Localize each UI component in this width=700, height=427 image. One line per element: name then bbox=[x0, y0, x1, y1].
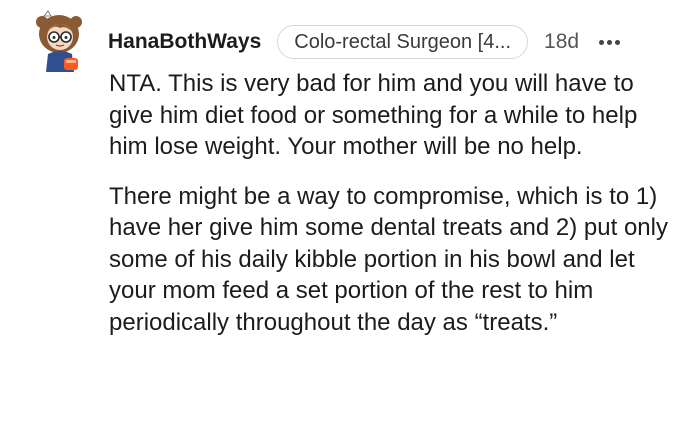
user-avatar[interactable] bbox=[30, 10, 90, 72]
dot bbox=[615, 39, 621, 45]
user-flair: Colo-rectal Surgeon [4... bbox=[277, 25, 529, 59]
comment-paragraph: There might be a way to compromise, whic… bbox=[109, 182, 668, 336]
dot bbox=[607, 39, 613, 45]
username[interactable]: HanaBothWays bbox=[108, 30, 261, 54]
comment-body: NTA. This is very bad for him and you wi… bbox=[109, 68, 679, 338]
comment: HanaBothWays Colo-rectal Surgeon [4... 1… bbox=[0, 0, 700, 427]
comment-paragraph: NTA. This is very bad for him and you wi… bbox=[109, 70, 638, 160]
comment-header: HanaBothWays Colo-rectal Surgeon [4... 1… bbox=[108, 24, 676, 60]
dot bbox=[599, 39, 605, 45]
avatar-icon bbox=[36, 10, 82, 72]
timestamp[interactable]: 18d bbox=[544, 30, 579, 54]
more-options-icon[interactable] bbox=[599, 39, 621, 45]
